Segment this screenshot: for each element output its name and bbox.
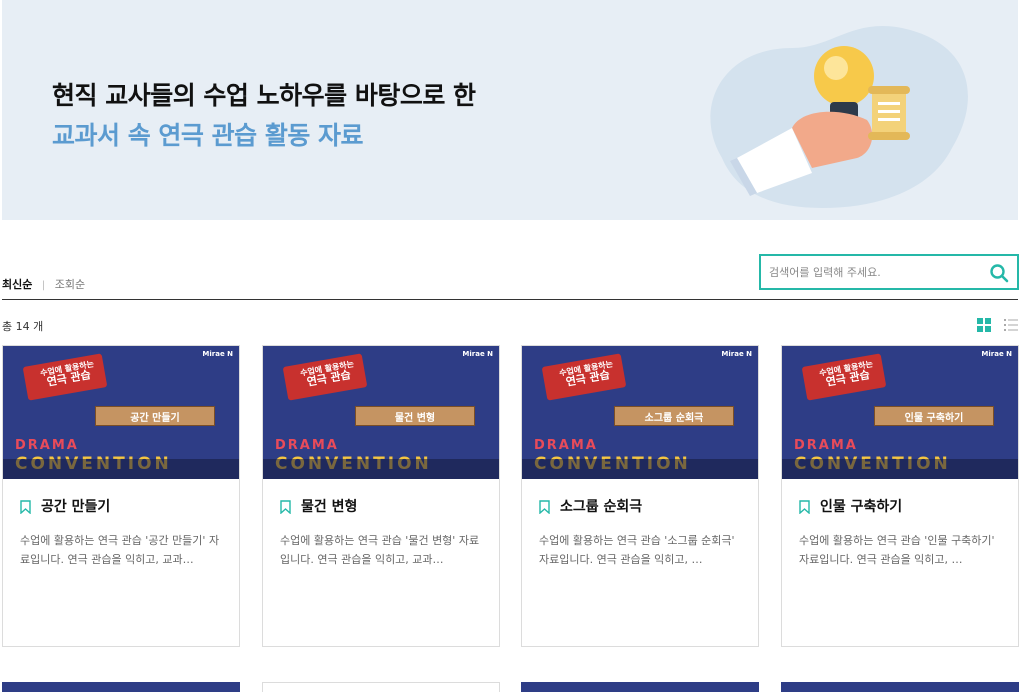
search-input[interactable] <box>761 256 971 288</box>
sort-views[interactable]: 조회순 <box>55 278 85 291</box>
content-card-partial[interactable] <box>521 682 759 692</box>
card-title: 인물 구축하기 <box>820 499 903 515</box>
content-card[interactable]: 수업에 활용하는연극 관습 Mirae N 공간 만들기 DRAMA CONVE… <box>2 345 240 647</box>
list-divider <box>2 299 1018 300</box>
search-icon[interactable] <box>989 263 1009 283</box>
thumb-drama: DRAMA <box>794 438 858 453</box>
content-card-partial[interactable] <box>262 682 500 692</box>
thumb-label: 공간 만들기 <box>130 413 180 424</box>
card-description: 수업에 활용하는 연극 관습 '인물 구축하기' 자료입니다. 연극 관습을 익… <box>799 534 995 566</box>
card-title: 물건 변형 <box>301 499 358 515</box>
content-card[interactable]: 수업에 활용하는연극 관습 Mirae N 인물 구축하기 DRAMA CONV… <box>781 345 1019 647</box>
bookmark-icon[interactable] <box>280 500 291 514</box>
thumb-label: 소그룹 순회극 <box>644 413 704 424</box>
sort-latest[interactable]: 최신순 <box>2 278 32 291</box>
card-description: 수업에 활용하는 연극 관습 '물건 변형' 자료입니다. 연극 관습을 익히고… <box>280 534 480 566</box>
card-title: 공간 만들기 <box>41 499 111 515</box>
sort-separator: | <box>41 280 46 291</box>
sort-options: 최신순 | 조회순 <box>2 276 85 292</box>
search-box <box>759 254 1019 290</box>
lightbulb-hand-illustration <box>710 25 968 208</box>
banner-title: 현직 교사들의 수업 노하우를 바탕으로 한 <box>52 81 476 110</box>
bookmark-icon[interactable] <box>799 500 810 514</box>
brand-logo: Mirae N <box>981 350 1012 358</box>
content-card[interactable]: 수업에 활용하는연극 관습 Mirae N 물건 변형 DRAMA CONVEN… <box>262 345 500 647</box>
bookmark-icon[interactable] <box>20 500 31 514</box>
content-card-partial[interactable] <box>2 682 240 692</box>
thumb-drama: DRAMA <box>275 438 339 453</box>
card-thumbnail: 수업에 활용하는연극 관습 Mirae N 공간 만들기 DRAMA CONVE… <box>3 346 239 479</box>
thumb-band <box>522 459 758 479</box>
card-thumbnail: 수업에 활용하는연극 관습 Mirae N 소그룹 순회극 DRAMA CONV… <box>522 346 758 479</box>
brand-logo: Mirae N <box>202 350 233 358</box>
content-card-partial[interactable] <box>781 682 1019 692</box>
total-count: 총 14 개 <box>2 320 44 333</box>
thumb-band <box>782 459 1018 479</box>
brand-logo: Mirae N <box>721 350 752 358</box>
content-card[interactable]: 수업에 활용하는연극 관습 Mirae N 소그룹 순회극 DRAMA CONV… <box>521 345 759 647</box>
card-thumbnail: 수업에 활용하는연극 관습 Mirae N 물건 변형 DRAMA CONVEN… <box>263 346 499 479</box>
banner-subtitle: 교과서 속 연극 관습 활동 자료 <box>52 121 364 150</box>
bookmark-icon[interactable] <box>539 500 550 514</box>
thumb-band <box>3 459 239 479</box>
card-thumbnail: 수업에 활용하는연극 관습 Mirae N 인물 구축하기 DRAMA CONV… <box>782 346 1018 479</box>
card-title: 소그룹 순회극 <box>560 499 643 515</box>
thumb-drama: DRAMA <box>534 438 598 453</box>
brand-logo: Mirae N <box>462 350 493 358</box>
thumb-label: 물건 변형 <box>394 413 436 424</box>
hero-banner: 현직 교사들의 수업 노하우를 바탕으로 한 교과서 속 연극 관습 활동 자료 <box>2 0 1018 220</box>
card-description: 수업에 활용하는 연극 관습 '소그룹 순회극' 자료입니다. 연극 관습을 익… <box>539 534 735 566</box>
thumb-drama: DRAMA <box>15 438 79 453</box>
grid-view-icon[interactable] <box>977 318 991 332</box>
thumb-band <box>263 459 499 479</box>
list-view-icon[interactable] <box>1004 318 1018 332</box>
thumb-label: 인물 구축하기 <box>904 413 964 424</box>
card-description: 수업에 활용하는 연극 관습 '공간 만들기' 자료입니다. 연극 관습을 익히… <box>20 534 220 566</box>
